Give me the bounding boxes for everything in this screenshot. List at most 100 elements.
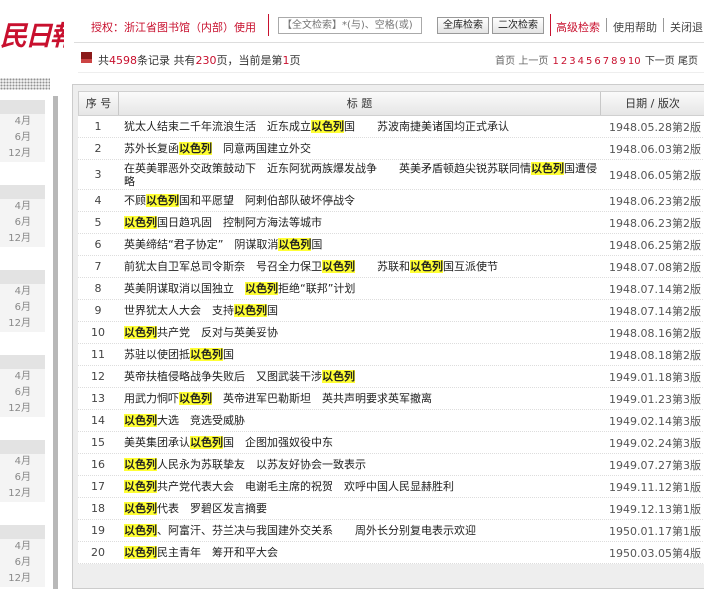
page-number-link[interactable]: 10 [628,56,641,67]
article-title-link[interactable]: 美英集团承认以色列国 企图加强奴役中东 [118,436,600,449]
year-bar[interactable] [0,525,45,539]
keyword-highlight: 以色列 [245,282,278,295]
article-title-link[interactable]: 以色列、阿富汗、芬兰决与我国建外交关系 周外长分别复电表示欢迎 [118,524,600,537]
table-header: 序 号 标 题 日期 / 版次 [78,91,704,116]
month-link[interactable]: 4月 [0,284,45,300]
search-input[interactable] [278,17,422,34]
date-edition: 1949.07.27第3版 [609,458,701,472]
prev-page-link[interactable]: 上一页 [518,56,548,67]
month-link[interactable]: 6月 [0,300,45,316]
date-edition: 1948.08.16第2版 [609,326,701,340]
next-page-link[interactable]: 下一页 [645,56,675,67]
month-link[interactable]: 12月 [0,486,45,502]
year-bar[interactable] [0,185,45,199]
record-count-text: 共4598条记录 共有230页，当前是第1页 [98,54,301,67]
month-group: 4月 6月 12月 [0,440,45,502]
row-number: 2 [94,142,102,155]
month-link[interactable]: 6月 [0,385,45,401]
table-row: 20 以色列民主青年 筹开和平大会 1950.03.05第4版 [78,542,704,564]
article-title-link[interactable]: 以色列代表 罗碧区发言摘要 [118,502,600,515]
article-title-link[interactable]: 苏驻以使团抵以色列国 [118,348,600,361]
date-edition: 1949.11.12第1版 [609,480,701,494]
results-panel: 序 号 标 题 日期 / 版次 1 犹太人结束二千年流浪生活 近东成立以色列国 苏… [72,84,704,589]
article-title-link[interactable]: 英帝扶植侵略战争失败后 又图武装干涉以色列 [118,370,600,383]
month-link[interactable]: 4月 [0,369,45,385]
row-number: 19 [91,524,105,537]
page-number-link[interactable]: 3 [569,56,575,67]
article-title-link[interactable]: 用武力恫吓以色列 英帝进军巴勒斯坦 英共声明要求英军撤离 [118,392,600,405]
header-divider [550,14,551,36]
help-link[interactable]: 使用帮助 [613,19,657,35]
title-text: 国 苏波南捷美诸国均正式承认 [344,120,509,133]
table-row: 15 美英集团承认以色列国 企图加强奴役中东 1949.02.24第3版 [78,432,704,454]
page-numbers: 1 2 3 4 5 6 7 8 9 10 [552,56,642,67]
table-row: 16 以色列人民永为苏联挚友 以苏友好协会一致表示 1949.07.27第3版 [78,454,704,476]
title-text: 用武力恫吓 [124,392,179,405]
table-row: 3 在英美罪恶外交政策鼓动下 近东阿犹两族爆发战争 英美矛盾顿趋尖锐苏联同情以色列… [78,160,704,190]
close-exit-link[interactable]: 关闭退出 [670,19,704,35]
date-edition: 1948.06.05第2版 [609,168,701,182]
row-number: 8 [94,282,102,295]
month-link[interactable]: 12月 [0,231,45,247]
sidebar-scroll-rail[interactable] [53,96,58,589]
page-number-link[interactable]: 7 [603,56,609,67]
page-number-link[interactable]: 8 [611,56,617,67]
results-table: 序 号 标 题 日期 / 版次 1 犹太人结束二千年流浪生活 近东成立以色列国 苏… [78,91,704,564]
date-edition: 1950.01.17第1版 [609,524,701,538]
row-number: 9 [94,304,102,317]
first-page-link[interactable]: 首页 [495,56,515,67]
month-link[interactable]: 6月 [0,555,45,571]
month-link[interactable]: 4月 [0,539,45,555]
page-number-link[interactable]: 2 [561,56,567,67]
year-bar[interactable] [0,440,45,454]
article-title-link[interactable]: 不顾以色列国和平愿望 阿剌伯部队破坏停战令 [118,194,600,207]
month-link[interactable]: 6月 [0,470,45,486]
month-link[interactable]: 4月 [0,114,45,130]
month-link[interactable]: 12月 [0,571,45,587]
article-title-link[interactable]: 苏外长复函以色列 同意两国建立外交 [118,142,600,155]
header-divider [606,18,607,32]
month-link[interactable]: 4月 [0,454,45,470]
article-title-link[interactable]: 以色列共产党 反对与英美妥协 [118,326,600,339]
article-title-link[interactable]: 世界犹太人大会 支持以色列国 [118,304,600,317]
title-text: 英美缔结“君子协定” 阴谋取消 [124,238,279,251]
article-title-link[interactable]: 以色列共产党代表大会 电谢毛主席的祝贺 欢呼中国人民显赫胜利 [118,480,600,493]
page-number-link[interactable]: 1 [553,56,559,67]
row-number: 10 [91,326,105,339]
table-row: 14 以色列大选 竞选受威胁 1949.02.14第3版 [78,410,704,432]
article-title-link[interactable]: 犹太人结束二千年流浪生活 近东成立以色列国 苏波南捷美诸国均正式承认 [118,120,600,133]
decorative-dots [0,78,50,90]
title-text: 苏联和 [355,260,410,273]
year-bar[interactable] [0,270,45,284]
article-title-link[interactable]: 英美阴谋取消以国独立 以色列拒绝“联邦”计划 [118,282,600,295]
article-title-link[interactable]: 在英美罪恶外交政策鼓动下 近东阿犹两族爆发战争 英美矛盾顿趋尖锐苏联同情以色列国… [118,161,600,188]
page-number-link[interactable]: 5 [586,56,592,67]
page-number-link[interactable]: 6 [594,56,600,67]
article-title-link[interactable]: 以色列大选 竞选受威胁 [118,414,600,427]
year-bar[interactable] [0,355,45,369]
page-number-link[interactable]: 4 [578,56,584,67]
article-title-link[interactable]: 以色列民主青年 筹开和平大会 [118,546,600,559]
article-title-link[interactable]: 以色列国日趋巩固 控制阿方海法等城市 [118,216,600,229]
second-search-button[interactable]: 二次检索 [492,17,544,34]
last-page-link[interactable]: 尾页 [678,56,698,67]
authorization-text: 授权：浙江省图书馆（内部）使用 [91,21,256,34]
month-link[interactable]: 12月 [0,316,45,332]
article-title-link[interactable]: 英美缔结“君子协定” 阴谋取消以色列国 [118,238,600,251]
year-bar[interactable] [0,100,45,114]
article-title-link[interactable]: 以色列人民永为苏联挚友 以苏友好协会一致表示 [118,458,600,471]
month-link[interactable]: 12月 [0,401,45,417]
month-link[interactable]: 6月 [0,215,45,231]
advanced-search-link[interactable]: 高级检索 [556,19,600,35]
full-search-button[interactable]: 全库检索 [437,17,489,34]
keyword-highlight: 以色列 [124,414,157,427]
keyword-highlight: 以色列 [278,238,312,251]
page-number-link[interactable]: 9 [620,56,626,67]
month-link[interactable]: 6月 [0,130,45,146]
month-link[interactable]: 4月 [0,199,45,215]
column-header-title: 标 题 [119,92,601,115]
keyword-highlight: 以色列 [190,348,223,361]
month-link[interactable]: 12月 [0,146,45,162]
title-text: 英美阴谋取消以国独立 [124,282,245,295]
article-title-link[interactable]: 前犹太自卫军总司令斯奈 号召全力保卫以色列 苏联和以色列国互派使节 [118,260,600,273]
